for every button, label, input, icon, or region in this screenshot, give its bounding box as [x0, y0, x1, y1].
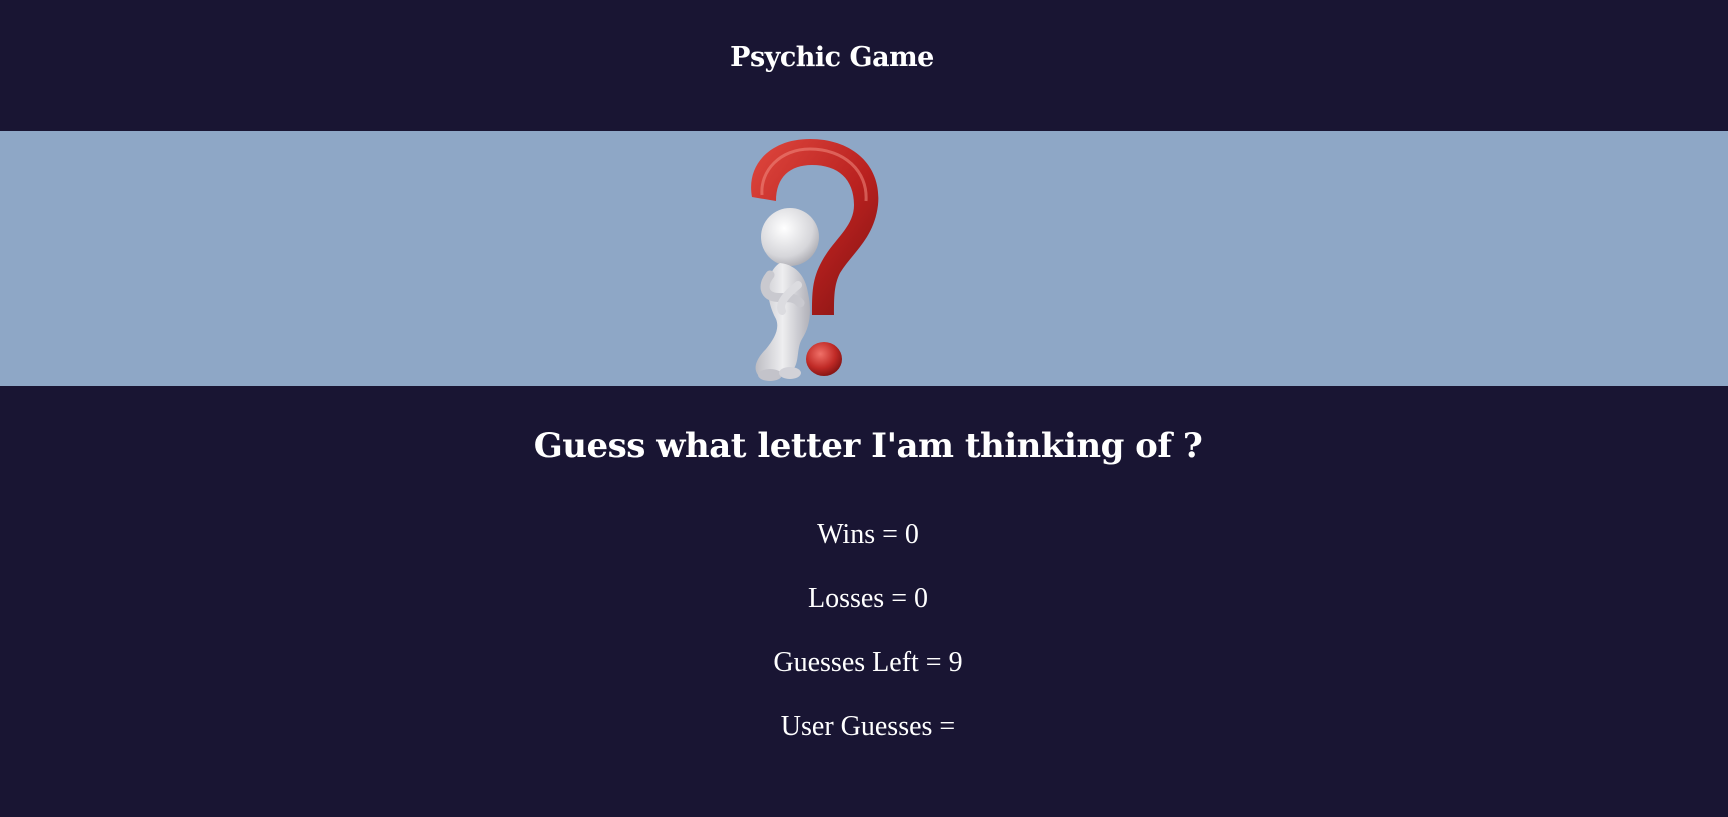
site-title: Psychic Game [730, 42, 934, 73]
wins-counter: Wins = 0 [817, 519, 919, 550]
user-guesses-display: User Guesses = [780, 711, 956, 742]
game-prompt-heading: Guess what letter I'am thinking of ? [533, 426, 1203, 466]
guesses-left-counter: Guesses Left = 9 [773, 647, 963, 678]
question-mark-thinking-figure-image [751, 139, 879, 381]
hero-banner [0, 131, 1728, 386]
page-header: Psychic Game [0, 0, 1728, 131]
game-panel: Guess what letter I'am thinking of ? Win… [0, 386, 1728, 817]
losses-counter: Losses = 0 [807, 583, 928, 614]
